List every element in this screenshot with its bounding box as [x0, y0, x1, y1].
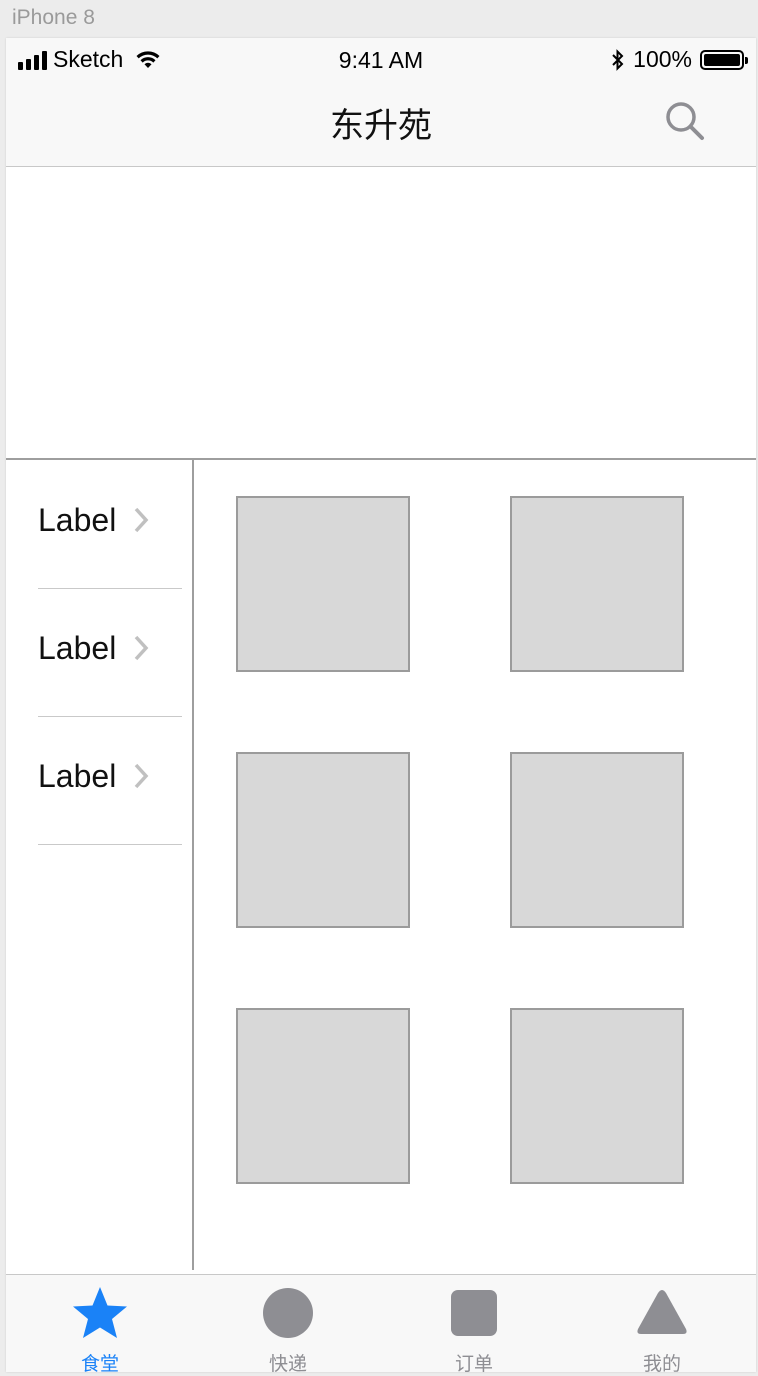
tab-label: 订单: [454, 1353, 493, 1372]
phone-screen: Sketch 9:41 AM 100% 东升苑 Label Label Labe…: [6, 38, 756, 1372]
tab-label: 我的: [642, 1353, 681, 1372]
product-tile[interactable]: [236, 752, 410, 928]
product-tile[interactable]: [236, 1008, 410, 1184]
product-tile[interactable]: [510, 496, 684, 672]
battery-icon: [700, 49, 748, 70]
circle-icon: [263, 1288, 313, 1338]
status-bar-right: 100%: [611, 46, 748, 73]
tab-canteen[interactable]: 食堂: [6, 1275, 194, 1372]
bluetooth-icon: [612, 48, 624, 71]
tab-label: 食堂: [80, 1353, 119, 1372]
category-menu: Label Label Label: [6, 460, 194, 1270]
banner-area: [6, 167, 756, 460]
battery-fill: [704, 53, 740, 66]
chevron-right-icon: [134, 635, 149, 661]
menu-item[interactable]: Label: [38, 716, 182, 845]
search-icon: [666, 102, 704, 140]
star-icon: [73, 1287, 127, 1338]
tab-bar: 食堂 快递 订单 我的: [6, 1274, 756, 1372]
product-tile[interactable]: [510, 1008, 684, 1184]
status-bar: Sketch 9:41 AM 100%: [6, 38, 756, 78]
battery-percent: 100%: [633, 46, 692, 72]
tab-express[interactable]: 快递: [194, 1275, 382, 1372]
menu-item-label: Label: [38, 630, 117, 666]
artboard-title: iPhone 8: [12, 6, 95, 29]
chevron-right-icon: [134, 507, 149, 533]
product-tile[interactable]: [510, 752, 684, 928]
tab-profile[interactable]: 我的: [568, 1275, 756, 1372]
menu-item[interactable]: Label: [38, 588, 182, 717]
menu-item[interactable]: Label: [38, 460, 182, 589]
search-button[interactable]: [664, 100, 708, 144]
product-tile[interactable]: [236, 496, 410, 672]
navigation-bar: 东升苑: [6, 78, 756, 167]
page-title: 东升苑: [330, 106, 432, 146]
triangle-icon: [637, 1290, 687, 1334]
menu-item-label: Label: [38, 758, 117, 794]
tab-orders[interactable]: 订单: [380, 1275, 568, 1372]
square-icon: [451, 1290, 497, 1336]
tab-label: 快递: [268, 1353, 307, 1372]
menu-item-label: Label: [38, 502, 117, 538]
chevron-right-icon: [134, 763, 149, 789]
